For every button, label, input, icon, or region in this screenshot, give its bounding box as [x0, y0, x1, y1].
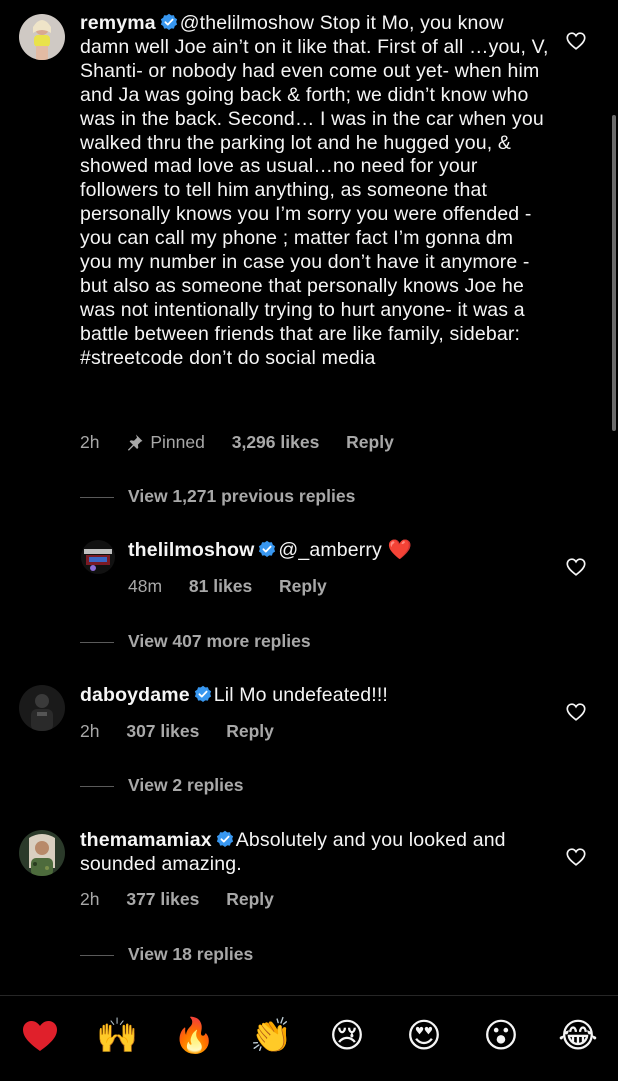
view-replies-button[interactable]: View 18 replies	[0, 944, 253, 965]
timestamp: 2h	[80, 889, 100, 909]
comment-body: remyma @thelilmoshow Stop it Mo, you know…	[80, 12, 550, 371]
pinned-indicator: Pinned	[126, 432, 205, 452]
timestamp: 2h	[80, 721, 100, 741]
divider-line	[80, 954, 114, 956]
likes-count[interactable]: 377 likes	[126, 889, 199, 909]
divider-line	[80, 641, 114, 643]
reply-button[interactable]: Reply	[226, 889, 274, 909]
avatar[interactable]	[19, 685, 65, 731]
comment-text: Lil Mo undefeated!!!	[213, 684, 389, 706]
likes-count[interactable]: 81 likes	[189, 576, 252, 596]
verified-badge-icon	[194, 685, 212, 703]
pin-icon	[128, 434, 143, 451]
likes-count[interactable]: 307 likes	[126, 721, 199, 741]
like-heart-icon[interactable]	[565, 556, 587, 578]
reply-button[interactable]: Reply	[279, 576, 327, 596]
avatar[interactable]	[81, 540, 115, 574]
timestamp: 48m	[128, 576, 163, 596]
emoji-surprised[interactable]: 😮	[481, 1016, 521, 1056]
view-replies-button[interactable]: View 1,271 previous replies	[0, 486, 355, 507]
timestamp: 2h	[80, 432, 100, 452]
emoji-fire[interactable]: 🔥	[173, 1016, 215, 1056]
username[interactable]: remyma	[80, 12, 156, 34]
comment-meta: 2h 307 likes Reply	[80, 721, 296, 742]
like-heart-icon[interactable]	[565, 701, 587, 723]
emoji-raised-hands[interactable]: 🙌	[96, 1016, 138, 1056]
comment-meta: 2h Pinned 3,296 likes Reply	[80, 432, 416, 453]
avatar[interactable]	[19, 830, 65, 876]
avatar[interactable]	[19, 14, 65, 60]
emoji-laughing[interactable]: 😂	[558, 1016, 598, 1056]
username[interactable]: themamamiax	[80, 829, 212, 851]
comment-text: @thelilmoshow Stop it Mo, you know damn …	[80, 12, 549, 369]
view-replies-button[interactable]: View 2 replies	[0, 775, 243, 796]
comment-body: thelilmoshow @_amberry ❤️	[128, 539, 548, 563]
verified-badge-icon	[258, 540, 276, 558]
mention-link[interactable]: @_amberry	[278, 539, 382, 561]
likes-count[interactable]: 3,296 likes	[232, 432, 320, 452]
verified-badge-icon	[216, 830, 234, 848]
emoji-heart[interactable]: ❤️	[20, 1016, 60, 1056]
emoji-heart-eyes[interactable]: 😍	[404, 1016, 444, 1056]
comment-meta: 2h 377 likes Reply	[80, 889, 296, 910]
username[interactable]: thelilmoshow	[128, 539, 254, 561]
emoji-reaction-bar: ❤️ 🙌 🔥 👏 😢 😍 😮 😂	[0, 995, 618, 1081]
reply-button[interactable]: Reply	[346, 432, 394, 452]
username[interactable]: daboydame	[80, 684, 190, 706]
divider-line	[80, 785, 114, 787]
comments-list[interactable]: remyma @thelilmoshow Stop it Mo, you know…	[0, 0, 618, 1000]
divider-line	[80, 496, 114, 498]
reply-button[interactable]: Reply	[226, 721, 274, 741]
emoji-crying[interactable]: 😢	[327, 1016, 367, 1056]
comment-body: themamamiax Absolutely and you looked and…	[80, 829, 520, 877]
view-replies-button[interactable]: View 407 more replies	[0, 631, 311, 652]
emoji-clapping[interactable]: 👏	[250, 1016, 292, 1056]
like-heart-icon[interactable]	[565, 846, 587, 868]
heart-emoji: ❤️	[387, 539, 412, 561]
scrollbar[interactable]	[612, 115, 616, 431]
verified-badge-icon	[160, 13, 178, 31]
comment-body: daboydame Lil Mo undefeated!!!	[80, 684, 550, 708]
comment-meta: 48m 81 likes Reply	[128, 576, 349, 597]
like-heart-icon[interactable]	[565, 30, 587, 52]
